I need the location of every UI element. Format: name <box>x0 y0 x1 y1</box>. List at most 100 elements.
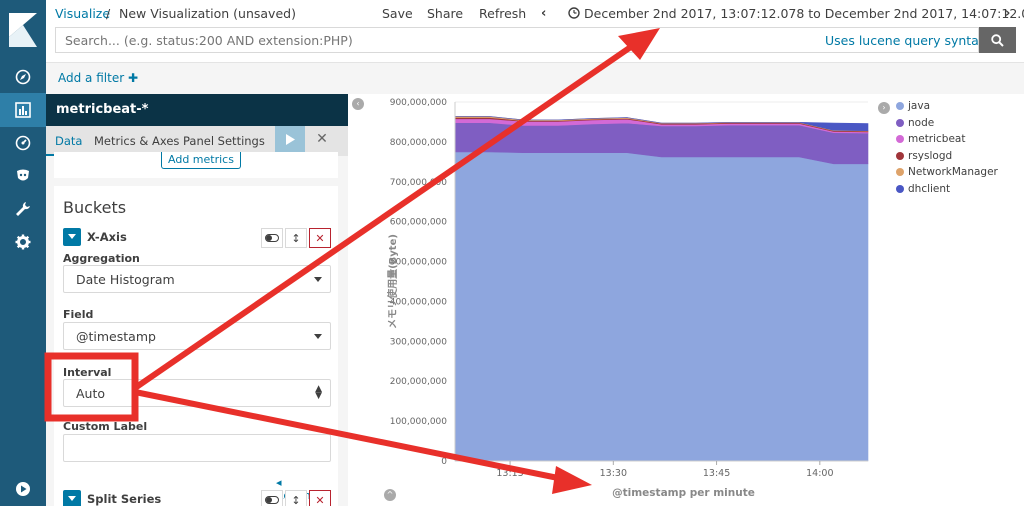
legend-swatch <box>896 168 904 176</box>
x-axis-reorder-handle[interactable]: ↕ <box>285 228 307 248</box>
save-button[interactable]: Save <box>382 6 413 21</box>
search-button[interactable] <box>979 27 1016 53</box>
filter-bar: Add a filter ✚ <box>46 62 1024 94</box>
legend-swatch <box>896 184 904 193</box>
legend-item-java[interactable]: java <box>896 99 998 116</box>
bar-chart-icon <box>15 102 31 118</box>
custom-label-input[interactable] <box>63 434 331 462</box>
x-tick-label: 14:00 <box>806 468 833 479</box>
updown-arrows-icon: ▲ ▼ <box>315 384 322 401</box>
aggregation-label: Aggregation <box>63 252 140 265</box>
add-metrics-button[interactable]: Add metrics <box>161 152 241 169</box>
gauge-icon <box>15 135 31 151</box>
toggle-spy-panel-icon[interactable]: ^ <box>384 489 396 501</box>
add-filter-link[interactable]: Add a filter ✚ <box>58 71 138 85</box>
legend-swatch <box>896 118 904 127</box>
x-axis-header: X-Axis ↕ ✕ <box>63 228 333 248</box>
page-title: New Visualization (unsaved) <box>119 6 296 21</box>
breadcrumb-separator: / <box>106 6 111 21</box>
legend-item-rsyslogd[interactable]: rsyslogd <box>896 149 998 166</box>
clock-icon <box>568 7 580 19</box>
legend-label: dhclient <box>908 182 951 195</box>
field-label: Field <box>63 308 94 321</box>
arrows-vertical-icon: ↕ <box>291 231 301 245</box>
legend-label: rsyslogd <box>908 149 953 162</box>
chevron-down-icon <box>314 277 322 282</box>
series-area-java <box>454 151 869 462</box>
nav-dev-tools[interactable] <box>0 192 46 226</box>
compass-icon <box>15 69 31 85</box>
nav-visualize[interactable] <box>0 93 46 127</box>
breadcrumb-visualize-link[interactable]: Visualize <box>55 6 110 21</box>
collapse-sidebar-icon[interactable]: ‹ <box>352 98 364 110</box>
vis-editor-sidebar: metricbeat-* Data Metrics & Axes Panel S… <box>46 94 348 506</box>
y-tick-label: 100,000,000 <box>390 417 448 427</box>
x-tick-label: 13:45 <box>703 468 730 479</box>
tab-metrics-axes[interactable]: Metrics & Axes <box>94 134 179 148</box>
x-tick-label: 13:15 <box>496 468 523 479</box>
interval-select[interactable]: Auto ▲ ▼ <box>63 379 331 407</box>
aggregation-select[interactable]: Date Histogram <box>63 265 331 293</box>
legend-swatch <box>896 151 904 160</box>
split-series-reorder-handle[interactable]: ↕ <box>285 490 307 506</box>
visualization-panel: 0 100,000,000 200,000,000 300,000,000 400,00… <box>348 94 1024 506</box>
split-series-collapse-toggle[interactable] <box>63 490 81 506</box>
split-series-enable-toggle[interactable] <box>261 490 283 506</box>
custom-label-label: Custom Label <box>63 420 148 433</box>
refresh-button[interactable]: Refresh <box>479 6 526 21</box>
legend-item-dhclient[interactable]: dhclient <box>896 182 998 199</box>
legend-label: NetworkManager <box>908 166 998 178</box>
toggle-legend-icon[interactable]: › <box>878 102 890 114</box>
caret-down-icon <box>68 234 76 239</box>
nav-timelion[interactable] <box>0 159 46 193</box>
nav-collapse[interactable] <box>0 472 46 506</box>
apply-changes-button[interactable] <box>275 126 305 152</box>
chart-legend: java node metricbeat rsyslogd NetworkManager… <box>896 99 998 198</box>
tab-panel-settings[interactable]: Panel Settings <box>183 134 265 148</box>
arrows-vertical-icon: ↕ <box>291 493 301 506</box>
nav-dashboard[interactable] <box>0 126 46 160</box>
tab-data[interactable]: Data <box>55 134 82 148</box>
field-select[interactable]: @timestamp <box>63 322 331 350</box>
nav-discover[interactable] <box>0 60 46 94</box>
x-axis-title: X-Axis <box>87 230 127 244</box>
y-tick-label: 700,000,000 <box>390 178 448 188</box>
legend-item-node[interactable]: node <box>896 116 998 133</box>
split-series-header: Split Series ↕ ✕ <box>63 490 333 506</box>
legend-label: node <box>908 116 935 129</box>
aggregation-value: Date Histogram <box>76 272 175 287</box>
y-tick-label: 200,000,000 <box>390 377 448 387</box>
split-series-title: Split Series <box>87 492 162 506</box>
buckets-card: Buckets X-Axis ↕ ✕ Aggregation Date Hist… <box>54 186 338 506</box>
play-icon <box>286 133 295 145</box>
legend-item-networkmanager[interactable]: NetworkManager <box>896 165 998 182</box>
interval-value: Auto <box>76 386 106 401</box>
share-button[interactable]: Share <box>427 6 463 21</box>
close-icon: ✕ <box>316 131 328 147</box>
y-tick-label: 0 <box>441 457 447 467</box>
caret-down-icon <box>68 496 76 501</box>
legend-item-metricbeat[interactable]: metricbeat <box>896 132 998 149</box>
wrench-icon <box>16 202 30 216</box>
time-next-button[interactable]: › <box>1005 6 1010 21</box>
split-series-remove-button[interactable]: ✕ <box>309 490 331 506</box>
y-tick-label: 300,000,000 <box>390 337 448 347</box>
gear-icon <box>15 234 31 250</box>
chevron-down-icon <box>314 334 322 339</box>
legend-swatch <box>896 135 904 143</box>
discard-changes-button[interactable]: ✕ <box>308 126 336 152</box>
legend-label: metricbeat <box>908 133 966 145</box>
time-range-picker[interactable]: December 2nd 2017, 13:07:12.078 to Decem… <box>584 6 1024 21</box>
query-bar: Uses lucene query syntax <box>46 26 1024 62</box>
area-chart: 0100,000,000200,000,000300,000,000400,00… <box>386 98 869 499</box>
nav-management[interactable] <box>0 225 46 259</box>
x-axis-collapse-toggle[interactable] <box>63 228 81 246</box>
metrics-card: Add metrics <box>54 152 338 178</box>
kibana-logo-icon[interactable] <box>9 13 37 47</box>
time-prev-button[interactable]: ‹ <box>541 6 546 21</box>
remove-icon: ✕ <box>315 231 325 245</box>
lucene-syntax-link[interactable]: Uses lucene query syntax <box>825 33 986 48</box>
x-axis-enable-toggle[interactable] <box>261 228 283 248</box>
x-axis-remove-button[interactable]: ✕ <box>309 228 331 248</box>
shield-face-icon <box>17 169 29 181</box>
